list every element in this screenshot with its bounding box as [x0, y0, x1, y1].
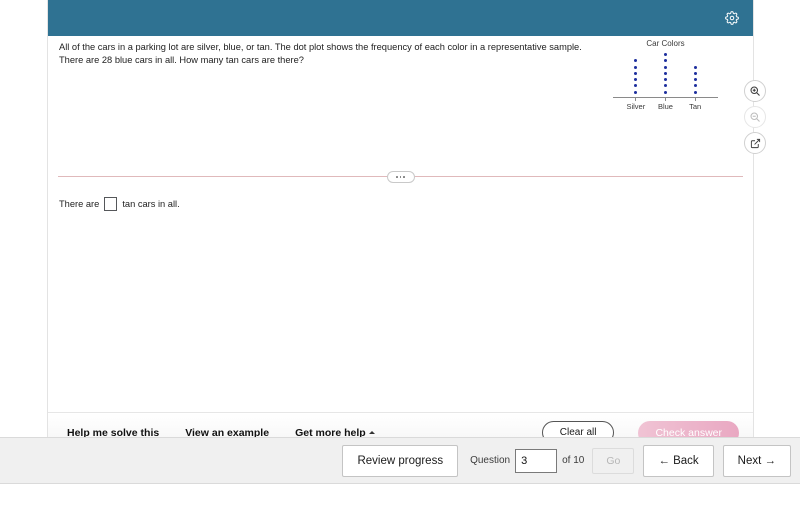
tick-mark [635, 98, 637, 101]
problem-statement: All of the cars in a parking lot are sil… [59, 42, 582, 65]
x-tick-tan: Tan [683, 98, 707, 111]
exercise-card: All of the cars in a parking lot are sil… [47, 0, 766, 453]
dot-plot-figure: Car Colors Silver Blue Tan [613, 39, 718, 111]
gear-icon[interactable] [721, 7, 743, 29]
dot [663, 84, 667, 88]
x-tick-silver: Silver [624, 98, 648, 111]
back-button[interactable]: ← Back [643, 444, 714, 477]
dot [693, 84, 697, 88]
question-total-label: of 10 [562, 455, 585, 466]
dot [693, 71, 697, 75]
tick-label: Tan [689, 102, 702, 111]
answer-input[interactable] [104, 197, 118, 211]
dot-columns [613, 51, 718, 97]
dot [663, 52, 667, 56]
problem-area: All of the cars in a parking lot are sil… [48, 36, 766, 168]
dot [634, 65, 638, 69]
dot [693, 65, 697, 69]
answer-area: There are tan cars in all. [48, 177, 753, 412]
x-axis-ticks: Silver Blue Tan [613, 98, 718, 111]
question-selector: Question of 10 [470, 448, 585, 473]
dot-column-silver [624, 59, 648, 97]
section-divider [58, 171, 743, 183]
divider-drag-handle[interactable] [386, 171, 415, 183]
go-button[interactable]: Go [592, 447, 635, 474]
question-number-input[interactable] [515, 448, 558, 473]
figure-tool-rail [744, 80, 766, 154]
next-button[interactable]: Next → [722, 444, 791, 477]
dot [634, 59, 638, 63]
exercise-page: All of the cars in a parking lot are sil… [0, 0, 800, 525]
zoom-in-icon[interactable] [744, 80, 766, 102]
answer-sentence: There are tan cars in all. [59, 197, 753, 211]
dot [663, 59, 667, 63]
dot [693, 90, 697, 94]
dot-column-blue [653, 52, 677, 97]
handle-dot [403, 176, 405, 178]
tick-label: Silver [626, 102, 646, 111]
handle-dot [399, 176, 402, 178]
review-progress-button[interactable]: Review progress [342, 444, 459, 477]
caret-up-icon [368, 430, 375, 434]
dot [663, 78, 667, 82]
dot [663, 65, 667, 69]
dot-plot-canvas: Silver Blue Tan [613, 51, 718, 111]
handle-dot [396, 176, 398, 178]
bottom-navigation-bar: Review progress Question of 10 Go ← Back… [0, 437, 800, 484]
tick-mark [694, 98, 696, 101]
dot [693, 78, 697, 82]
zoom-out-icon[interactable] [744, 106, 766, 128]
open-in-new-window-icon[interactable] [744, 132, 766, 154]
dot [634, 90, 638, 94]
tick-mark [664, 98, 666, 101]
dot [663, 71, 667, 75]
question-label: Question [470, 455, 511, 466]
answer-suffix-text: tan cars in all. [122, 199, 180, 209]
dot [663, 90, 667, 94]
chart-title: Car Colors [646, 39, 685, 48]
answer-prefix-text: There are [59, 199, 100, 209]
card-header [48, 0, 753, 36]
dot [634, 71, 638, 75]
x-tick-blue: Blue [653, 98, 677, 111]
dot [634, 84, 638, 88]
tick-label: Blue [657, 102, 673, 111]
dot [634, 78, 638, 82]
dot-column-tan [683, 65, 707, 97]
